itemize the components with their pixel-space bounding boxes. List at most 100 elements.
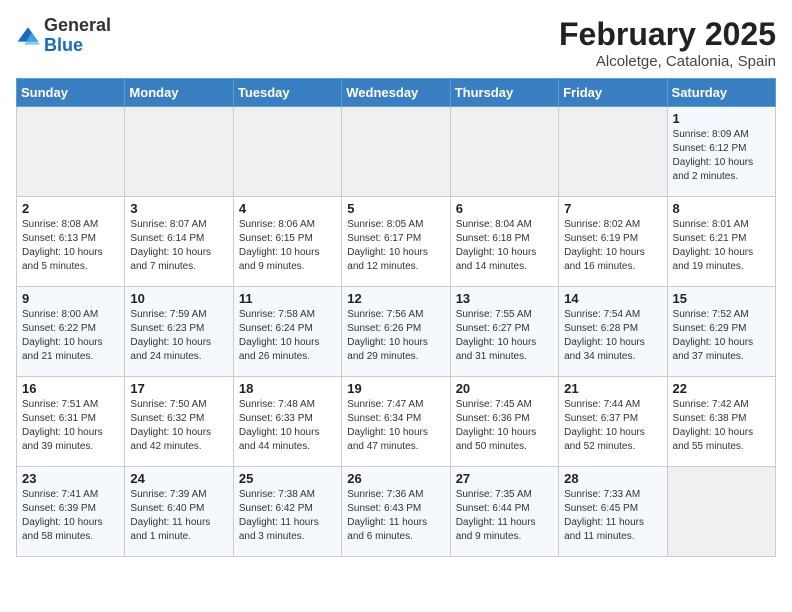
- calendar-cell: 4 Sunrise: 8:06 AM Sunset: 6:15 PM Daylig…: [233, 197, 341, 287]
- weekday-header: Saturday: [667, 79, 775, 107]
- day-number: 9: [22, 291, 119, 306]
- calendar-cell: 18Sunrise: 7:48 AM Sunset: 6:33 PM Dayli…: [233, 377, 341, 467]
- day-info: Sunrise: 8:07 AM Sunset: 6:14 PM Dayligh…: [130, 218, 227, 274]
- day-number: 2: [22, 201, 119, 216]
- day-info: Sunrise: 8:01 AM Sunset: 6:21 PM Dayligh…: [673, 218, 770, 274]
- weekday-header: Thursday: [450, 79, 558, 107]
- weekday-header: Friday: [559, 79, 667, 107]
- day-info: Sunrise: 7:55 AM Sunset: 6:27 PM Dayligh…: [456, 308, 553, 364]
- calendar-week-row: 9 Sunrise: 8:00 AM Sunset: 6:22 PM Daylig…: [17, 287, 776, 377]
- day-number: 21: [564, 381, 661, 396]
- calendar-cell: [559, 107, 667, 197]
- calendar-cell: [450, 107, 558, 197]
- logo-icon: [16, 24, 40, 48]
- calendar-cell: 12Sunrise: 7:56 AM Sunset: 6:26 PM Dayli…: [342, 287, 450, 377]
- calendar-cell: 13 Sunrise: 7:55 AM Sunset: 6:27 PM Dayli…: [450, 287, 558, 377]
- day-number: 20: [456, 381, 553, 396]
- weekday-header-row: SundayMondayTuesdayWednesdayThursdayFrid…: [17, 79, 776, 107]
- calendar-cell: 19Sunrise: 7:47 AM Sunset: 6:34 PM Dayli…: [342, 377, 450, 467]
- day-number: 17: [130, 381, 227, 396]
- day-info: Sunrise: 7:51 AM Sunset: 6:31 PM Dayligh…: [22, 398, 119, 454]
- calendar-cell: 28 Sunrise: 7:33 AM Sunset: 6:45 PM Dayli…: [559, 467, 667, 557]
- day-number: 11: [239, 291, 336, 306]
- calendar-cell: 5 Sunrise: 8:05 AM Sunset: 6:17 PM Daylig…: [342, 197, 450, 287]
- day-info: Sunrise: 8:04 AM Sunset: 6:18 PM Dayligh…: [456, 218, 553, 274]
- day-number: 4: [239, 201, 336, 216]
- day-info: Sunrise: 7:58 AM Sunset: 6:24 PM Dayligh…: [239, 308, 336, 364]
- day-number: 22: [673, 381, 770, 396]
- day-info: Sunrise: 7:59 AM Sunset: 6:23 PM Dayligh…: [130, 308, 227, 364]
- day-number: 24: [130, 471, 227, 486]
- logo-text: General Blue: [44, 16, 111, 56]
- day-info: Sunrise: 7:33 AM Sunset: 6:45 PM Dayligh…: [564, 488, 661, 544]
- day-number: 18: [239, 381, 336, 396]
- logo-blue: Blue: [44, 35, 83, 55]
- day-info: Sunrise: 8:06 AM Sunset: 6:15 PM Dayligh…: [239, 218, 336, 274]
- page-header: General Blue February 2025 Alcoletge, Ca…: [16, 16, 776, 70]
- calendar-cell: 22 Sunrise: 7:42 AM Sunset: 6:38 PM Dayli…: [667, 377, 775, 467]
- calendar-cell: [667, 467, 775, 557]
- day-info: Sunrise: 8:02 AM Sunset: 6:19 PM Dayligh…: [564, 218, 661, 274]
- calendar-cell: [125, 107, 233, 197]
- day-info: Sunrise: 7:41 AM Sunset: 6:39 PM Dayligh…: [22, 488, 119, 544]
- logo-general: General: [44, 15, 111, 35]
- calendar-cell: 7 Sunrise: 8:02 AM Sunset: 6:19 PM Daylig…: [559, 197, 667, 287]
- day-number: 3: [130, 201, 227, 216]
- day-info: Sunrise: 8:09 AM Sunset: 6:12 PM Dayligh…: [673, 128, 770, 184]
- calendar-cell: 17Sunrise: 7:50 AM Sunset: 6:32 PM Dayli…: [125, 377, 233, 467]
- day-number: 1: [673, 111, 770, 126]
- day-info: Sunrise: 7:36 AM Sunset: 6:43 PM Dayligh…: [347, 488, 444, 544]
- day-number: 10: [130, 291, 227, 306]
- calendar-week-row: 1 Sunrise: 8:09 AM Sunset: 6:12 PM Daylig…: [17, 107, 776, 197]
- weekday-header: Sunday: [17, 79, 125, 107]
- day-number: 13: [456, 291, 553, 306]
- calendar-cell: 21 Sunrise: 7:44 AM Sunset: 6:37 PM Dayli…: [559, 377, 667, 467]
- calendar-cell: 9 Sunrise: 8:00 AM Sunset: 6:22 PM Daylig…: [17, 287, 125, 377]
- day-info: Sunrise: 7:54 AM Sunset: 6:28 PM Dayligh…: [564, 308, 661, 364]
- calendar-cell: 23Sunrise: 7:41 AM Sunset: 6:39 PM Dayli…: [17, 467, 125, 557]
- day-number: 8: [673, 201, 770, 216]
- calendar-cell: 20 Sunrise: 7:45 AM Sunset: 6:36 PM Dayli…: [450, 377, 558, 467]
- day-info: Sunrise: 8:05 AM Sunset: 6:17 PM Dayligh…: [347, 218, 444, 274]
- calendar-cell: 1 Sunrise: 8:09 AM Sunset: 6:12 PM Daylig…: [667, 107, 775, 197]
- calendar-cell: 11 Sunrise: 7:58 AM Sunset: 6:24 PM Dayli…: [233, 287, 341, 377]
- calendar-cell: 27Sunrise: 7:35 AM Sunset: 6:44 PM Dayli…: [450, 467, 558, 557]
- calendar-cell: [233, 107, 341, 197]
- month-title: February 2025: [559, 16, 776, 53]
- day-number: 15: [673, 291, 770, 306]
- calendar-cell: 6 Sunrise: 8:04 AM Sunset: 6:18 PM Daylig…: [450, 197, 558, 287]
- day-info: Sunrise: 8:08 AM Sunset: 6:13 PM Dayligh…: [22, 218, 119, 274]
- day-info: Sunrise: 7:44 AM Sunset: 6:37 PM Dayligh…: [564, 398, 661, 454]
- weekday-header: Monday: [125, 79, 233, 107]
- day-number: 6: [456, 201, 553, 216]
- calendar-cell: 16 Sunrise: 7:51 AM Sunset: 6:31 PM Dayli…: [17, 377, 125, 467]
- day-number: 7: [564, 201, 661, 216]
- day-info: Sunrise: 7:56 AM Sunset: 6:26 PM Dayligh…: [347, 308, 444, 364]
- day-info: Sunrise: 7:45 AM Sunset: 6:36 PM Dayligh…: [456, 398, 553, 454]
- calendar-cell: [17, 107, 125, 197]
- day-number: 5: [347, 201, 444, 216]
- calendar-cell: 14 Sunrise: 7:54 AM Sunset: 6:28 PM Dayli…: [559, 287, 667, 377]
- calendar-week-row: 23Sunrise: 7:41 AM Sunset: 6:39 PM Dayli…: [17, 467, 776, 557]
- day-info: Sunrise: 7:39 AM Sunset: 6:40 PM Dayligh…: [130, 488, 227, 544]
- day-number: 28: [564, 471, 661, 486]
- calendar-week-row: 2 Sunrise: 8:08 AM Sunset: 6:13 PM Daylig…: [17, 197, 776, 287]
- calendar-cell: 25Sunrise: 7:38 AM Sunset: 6:42 PM Dayli…: [233, 467, 341, 557]
- day-info: Sunrise: 7:42 AM Sunset: 6:38 PM Dayligh…: [673, 398, 770, 454]
- day-number: 14: [564, 291, 661, 306]
- location: Alcoletge, Catalonia, Spain: [559, 53, 776, 70]
- weekday-header: Wednesday: [342, 79, 450, 107]
- day-number: 25: [239, 471, 336, 486]
- logo: General Blue: [16, 16, 111, 56]
- day-number: 26: [347, 471, 444, 486]
- calendar-cell: 24 Sunrise: 7:39 AM Sunset: 6:40 PM Dayli…: [125, 467, 233, 557]
- calendar-cell: [342, 107, 450, 197]
- day-info: Sunrise: 8:00 AM Sunset: 6:22 PM Dayligh…: [22, 308, 119, 364]
- calendar-cell: 2 Sunrise: 8:08 AM Sunset: 6:13 PM Daylig…: [17, 197, 125, 287]
- calendar-week-row: 16 Sunrise: 7:51 AM Sunset: 6:31 PM Dayli…: [17, 377, 776, 467]
- calendar-cell: 10 Sunrise: 7:59 AM Sunset: 6:23 PM Dayli…: [125, 287, 233, 377]
- title-block: February 2025 Alcoletge, Catalonia, Spai…: [559, 16, 776, 70]
- calendar-table: SundayMondayTuesdayWednesdayThursdayFrid…: [16, 78, 776, 557]
- day-number: 16: [22, 381, 119, 396]
- day-number: 19: [347, 381, 444, 396]
